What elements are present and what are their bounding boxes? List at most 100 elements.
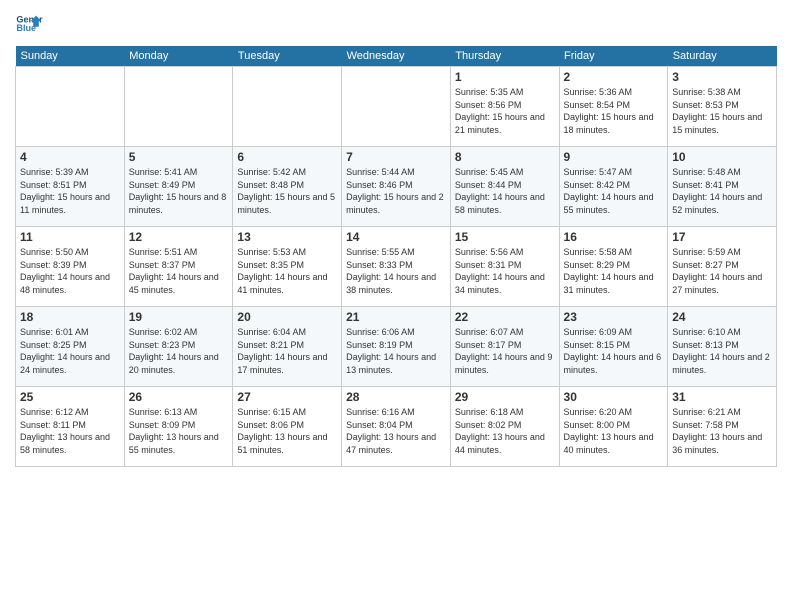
day-info: Sunrise: 6:18 AMSunset: 8:02 PMDaylight:… [455, 406, 555, 456]
day-info: Sunrise: 6:07 AMSunset: 8:17 PMDaylight:… [455, 326, 555, 376]
day-number: 18 [20, 310, 120, 324]
day-info: Sunrise: 5:42 AMSunset: 8:48 PMDaylight:… [237, 166, 337, 216]
svg-text:Blue: Blue [16, 23, 36, 33]
calendar-day-10: 10Sunrise: 5:48 AMSunset: 8:41 PMDayligh… [668, 147, 777, 227]
day-info: Sunrise: 6:20 AMSunset: 8:00 PMDaylight:… [564, 406, 664, 456]
day-number: 19 [129, 310, 229, 324]
day-number: 1 [455, 70, 555, 84]
day-info: Sunrise: 5:51 AMSunset: 8:37 PMDaylight:… [129, 246, 229, 296]
calendar-day-12: 12 Sunrise: 5:51 AMSunset: 8:37 PMDayligh… [124, 227, 233, 307]
day-number: 4 [20, 150, 120, 164]
day-number: 25 [20, 390, 120, 404]
calendar-week-5: 25Sunrise: 6:12 AMSunset: 8:11 PMDayligh… [16, 387, 777, 467]
day-info: Sunrise: 5:56 AMSunset: 8:31 PMDaylight:… [455, 246, 555, 296]
empty-cell [16, 67, 125, 147]
day-number: 24 [672, 310, 772, 324]
calendar-table: SundayMondayTuesdayWednesdayThursdayFrid… [15, 46, 777, 467]
day-number: 17 [672, 230, 772, 244]
day-number: 8 [455, 150, 555, 164]
calendar-day-30: 30 Sunrise: 6:20 AMSunset: 8:00 PMDayligh… [559, 387, 668, 467]
day-number: 31 [672, 390, 772, 404]
calendar-day-8: 8 Sunrise: 5:45 AMSunset: 8:44 PMDaylight… [450, 147, 559, 227]
calendar-day-3: 3Sunrise: 5:38 AMSunset: 8:53 PMDaylight… [668, 67, 777, 147]
day-number: 6 [237, 150, 337, 164]
calendar-day-26: 26 Sunrise: 6:13 AMSunset: 8:09 PMDayligh… [124, 387, 233, 467]
day-number: 27 [237, 390, 337, 404]
calendar-day-18: 18 Sunrise: 6:01 AMSunset: 8:25 PMDayligh… [16, 307, 125, 387]
day-info: Sunrise: 6:04 AMSunset: 8:21 PMDaylight:… [237, 326, 337, 376]
calendar-day-16: 16 Sunrise: 5:58 AMSunset: 8:29 PMDayligh… [559, 227, 668, 307]
day-header-wednesday: Wednesday [342, 46, 451, 67]
day-number: 22 [455, 310, 555, 324]
day-info: Sunrise: 6:15 AMSunset: 8:06 PMDaylight:… [237, 406, 337, 456]
day-info: Sunrise: 6:21 AMSunset: 7:58 PMDaylight:… [672, 406, 772, 456]
day-number: 26 [129, 390, 229, 404]
page-container: General Blue SundayMondayTuesdayWednesda… [0, 0, 792, 612]
day-info: Sunrise: 6:09 AMSunset: 8:15 PMDaylight:… [564, 326, 664, 376]
day-number: 10 [672, 150, 772, 164]
calendar-day-5: 5 Sunrise: 5:41 AMSunset: 8:49 PMDaylight… [124, 147, 233, 227]
calendar-day-6: 6 Sunrise: 5:42 AMSunset: 8:48 PMDaylight… [233, 147, 342, 227]
calendar-week-4: 18 Sunrise: 6:01 AMSunset: 8:25 PMDayligh… [16, 307, 777, 387]
day-info: Sunrise: 6:13 AMSunset: 8:09 PMDaylight:… [129, 406, 229, 456]
calendar-day-14: 14Sunrise: 5:55 AMSunset: 8:33 PMDayligh… [342, 227, 451, 307]
day-number: 15 [455, 230, 555, 244]
header: General Blue [15, 10, 777, 38]
calendar-day-1: 1 Sunrise: 5:35 AMSunset: 8:56 PMDaylight… [450, 67, 559, 147]
day-info: Sunrise: 6:10 AMSunset: 8:13 PMDaylight:… [672, 326, 772, 376]
day-header-sunday: Sunday [16, 46, 125, 67]
day-info: Sunrise: 5:47 AMSunset: 8:42 PMDaylight:… [564, 166, 664, 216]
day-info: Sunrise: 5:53 AMSunset: 8:35 PMDaylight:… [237, 246, 337, 296]
calendar-day-15: 15 Sunrise: 5:56 AMSunset: 8:31 PMDayligh… [450, 227, 559, 307]
calendar-day-22: 22 Sunrise: 6:07 AMSunset: 8:17 PMDayligh… [450, 307, 559, 387]
calendar-week-2: 4 Sunrise: 5:39 AMSunset: 8:51 PMDaylight… [16, 147, 777, 227]
day-number: 11 [20, 230, 120, 244]
calendar-day-11: 11 Sunrise: 5:50 AMSunset: 8:39 PMDayligh… [16, 227, 125, 307]
day-number: 9 [564, 150, 664, 164]
calendar-day-25: 25Sunrise: 6:12 AMSunset: 8:11 PMDayligh… [16, 387, 125, 467]
day-info: Sunrise: 5:58 AMSunset: 8:29 PMDaylight:… [564, 246, 664, 296]
calendar-day-24: 24 Sunrise: 6:10 AMSunset: 8:13 PMDayligh… [668, 307, 777, 387]
calendar-day-4: 4 Sunrise: 5:39 AMSunset: 8:51 PMDaylight… [16, 147, 125, 227]
day-number: 5 [129, 150, 229, 164]
logo-icon: General Blue [15, 10, 43, 38]
day-info: Sunrise: 5:44 AMSunset: 8:46 PMDaylight:… [346, 166, 446, 216]
calendar-day-2: 2 Sunrise: 5:36 AMSunset: 8:54 PMDaylight… [559, 67, 668, 147]
calendar-week-1: 1 Sunrise: 5:35 AMSunset: 8:56 PMDaylight… [16, 67, 777, 147]
day-info: Sunrise: 6:01 AMSunset: 8:25 PMDaylight:… [20, 326, 120, 376]
calendar-day-20: 20Sunrise: 6:04 AMSunset: 8:21 PMDayligh… [233, 307, 342, 387]
day-info: Sunrise: 6:02 AMSunset: 8:23 PMDaylight:… [129, 326, 229, 376]
day-info: Sunrise: 5:35 AMSunset: 8:56 PMDaylight:… [455, 86, 555, 136]
day-number: 28 [346, 390, 446, 404]
day-info: Sunrise: 5:39 AMSunset: 8:51 PMDaylight:… [20, 166, 120, 216]
calendar-week-3: 11 Sunrise: 5:50 AMSunset: 8:39 PMDayligh… [16, 227, 777, 307]
empty-cell [342, 67, 451, 147]
calendar-day-28: 28 Sunrise: 6:16 AMSunset: 8:04 PMDayligh… [342, 387, 451, 467]
day-info: Sunrise: 5:59 AMSunset: 8:27 PMDaylight:… [672, 246, 772, 296]
day-info: Sunrise: 6:16 AMSunset: 8:04 PMDaylight:… [346, 406, 446, 456]
day-header-monday: Monday [124, 46, 233, 67]
day-header-thursday: Thursday [450, 46, 559, 67]
day-number: 12 [129, 230, 229, 244]
day-header-tuesday: Tuesday [233, 46, 342, 67]
calendar-day-21: 21Sunrise: 6:06 AMSunset: 8:19 PMDayligh… [342, 307, 451, 387]
day-number: 2 [564, 70, 664, 84]
day-header-friday: Friday [559, 46, 668, 67]
day-number: 29 [455, 390, 555, 404]
day-number: 13 [237, 230, 337, 244]
empty-cell [124, 67, 233, 147]
calendar-day-31: 31 Sunrise: 6:21 AMSunset: 7:58 PMDayligh… [668, 387, 777, 467]
day-info: Sunrise: 5:41 AMSunset: 8:49 PMDaylight:… [129, 166, 229, 216]
day-number: 3 [672, 70, 772, 84]
calendar-day-23: 23Sunrise: 6:09 AMSunset: 8:15 PMDayligh… [559, 307, 668, 387]
calendar-day-7: 7 Sunrise: 5:44 AMSunset: 8:46 PMDaylight… [342, 147, 451, 227]
calendar-day-29: 29 Sunrise: 6:18 AMSunset: 8:02 PMDayligh… [450, 387, 559, 467]
day-number: 30 [564, 390, 664, 404]
day-info: Sunrise: 5:50 AMSunset: 8:39 PMDaylight:… [20, 246, 120, 296]
day-number: 21 [346, 310, 446, 324]
day-number: 7 [346, 150, 446, 164]
day-info: Sunrise: 5:36 AMSunset: 8:54 PMDaylight:… [564, 86, 664, 136]
day-number: 14 [346, 230, 446, 244]
day-info: Sunrise: 5:45 AMSunset: 8:44 PMDaylight:… [455, 166, 555, 216]
day-number: 16 [564, 230, 664, 244]
